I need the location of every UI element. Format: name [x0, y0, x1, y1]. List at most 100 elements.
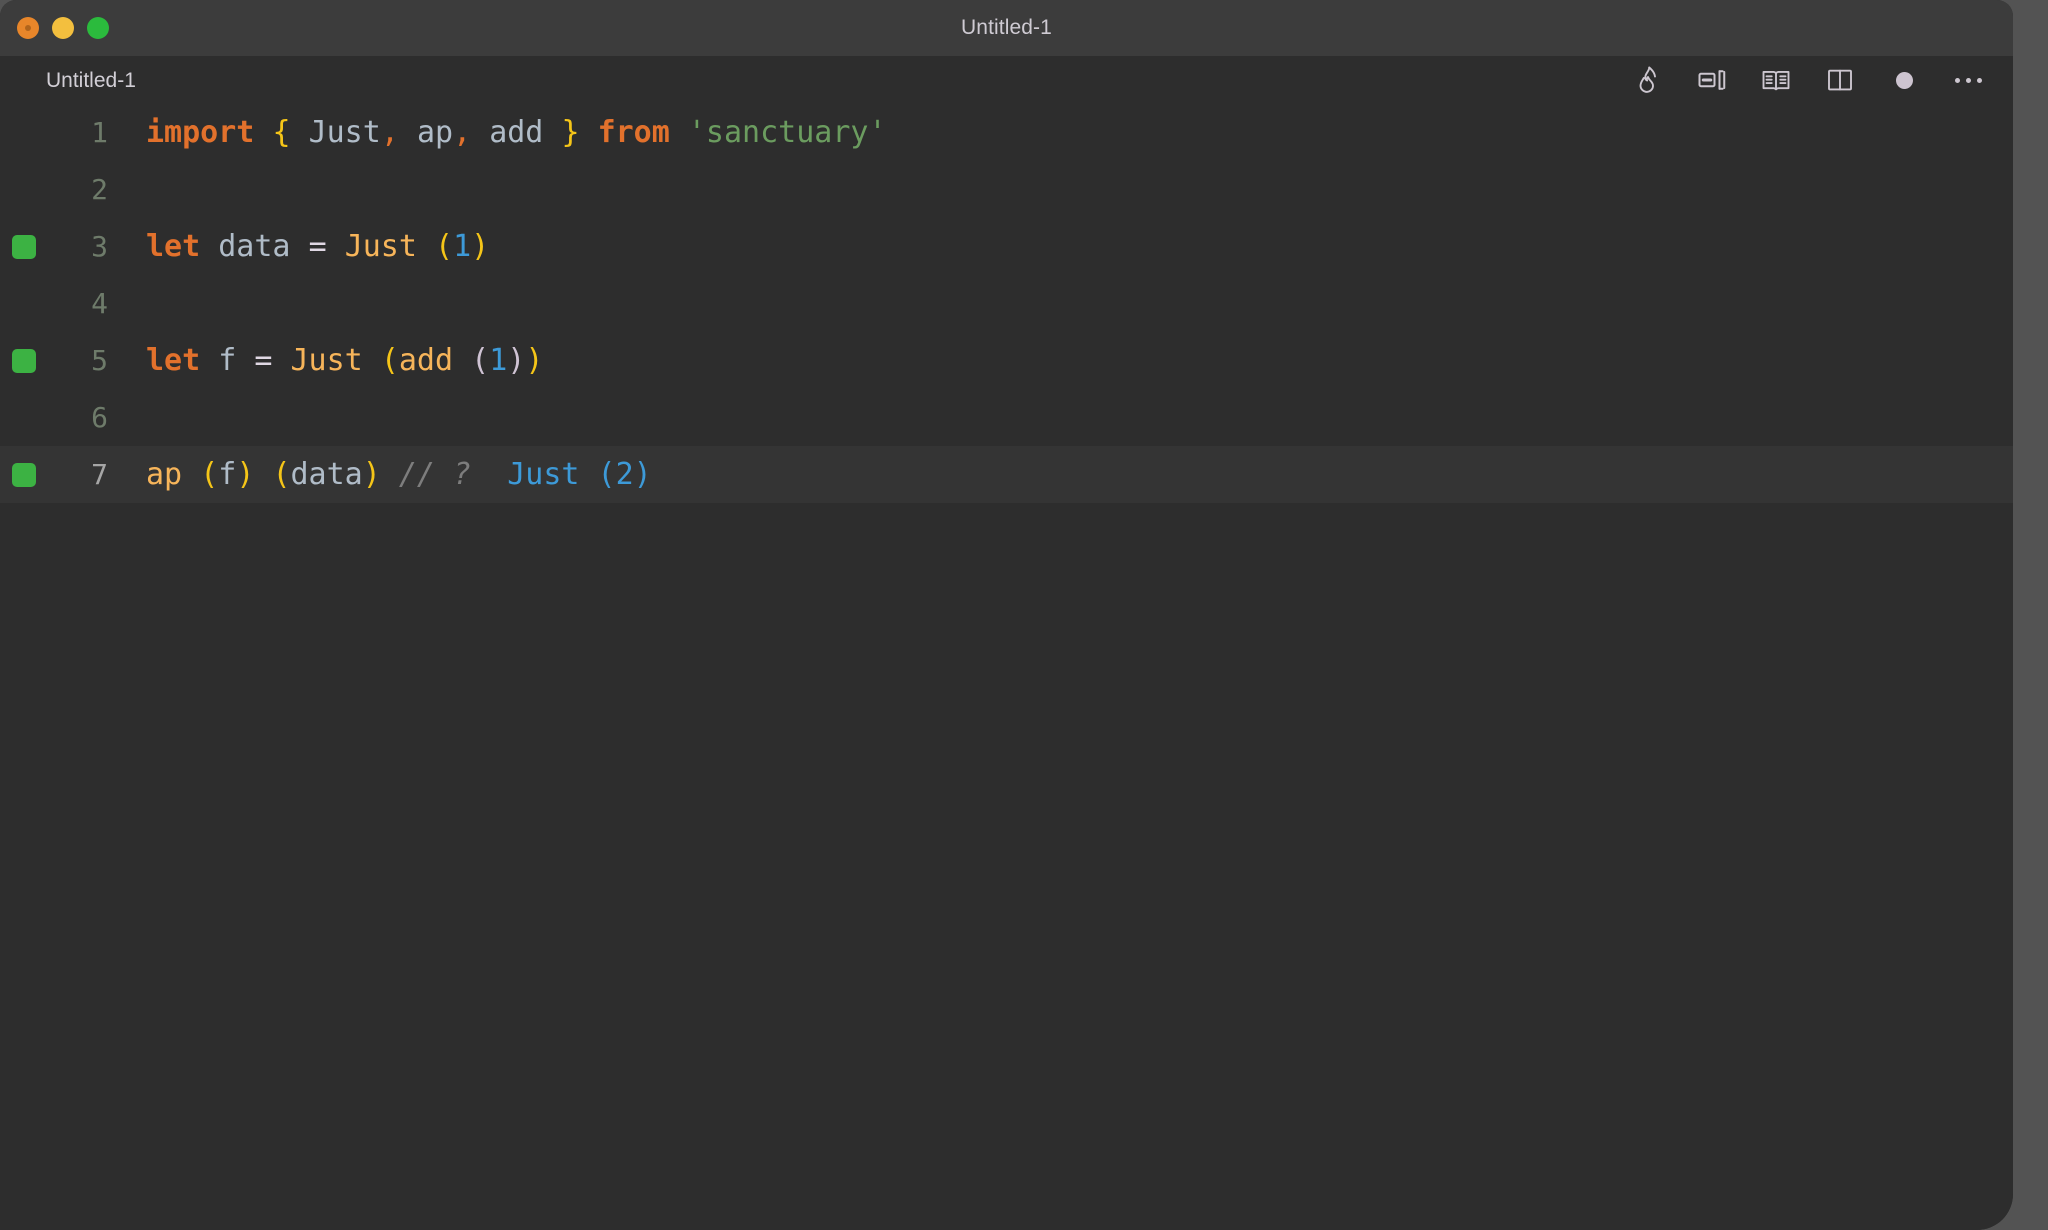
code-token: =: [308, 229, 327, 264]
code-token: {: [272, 115, 291, 150]
code-token: ): [362, 457, 381, 492]
code-token: =: [254, 343, 273, 378]
code-token: ): [236, 457, 255, 492]
code-token: add: [489, 115, 544, 150]
line-number: 4: [91, 286, 108, 320]
code-token: (: [435, 229, 454, 264]
code-line[interactable]: 3 let data = Just (1): [0, 218, 2013, 275]
gutter-status-marker[interactable]: [12, 462, 36, 487]
code-line[interactable]: 5 let f = Just (add (1)): [0, 332, 2013, 389]
code-token: 1: [489, 343, 508, 378]
line-number: 2: [91, 172, 108, 206]
code-token: Just (2): [507, 457, 652, 492]
code-token: import: [146, 115, 255, 150]
gutter-status-marker[interactable]: [12, 234, 36, 259]
code-line[interactable]: 7 ap (f) (data) // ? Just (2): [0, 446, 2013, 503]
code-token: (: [380, 343, 399, 378]
code-token: ): [507, 343, 526, 378]
code-line[interactable]: 1 import { Just, ap, add } from 'sanctuar…: [0, 104, 2013, 161]
unsaved-dot: [1895, 71, 1913, 89]
line-content: [146, 389, 2013, 446]
code-token: Just: [308, 115, 381, 150]
editor-toolbar: [1633, 65, 1989, 95]
line-content: [146, 275, 2013, 332]
code-token: (: [200, 457, 219, 492]
close-window-button[interactable]: [17, 17, 39, 39]
code-token: ): [471, 229, 490, 264]
code-token: data: [290, 457, 363, 492]
traffic-light-group: [17, 0, 109, 56]
editor-window: Untitled-1 Untitled-1 1 import {Just , …: [0, 0, 2013, 1230]
code-line[interactable]: 4: [0, 275, 2013, 332]
line-content: import { Just, ap, add } from 'sanctuary…: [146, 104, 2013, 161]
code-token: }: [561, 115, 580, 150]
minimize-window-button[interactable]: [52, 17, 74, 39]
line-content: ap (f) (data) // ? Just (2): [146, 446, 2013, 503]
line-number: 1: [91, 115, 108, 149]
code-token: // ?: [398, 457, 472, 492]
tab-untitled-1[interactable]: Untitled-1: [46, 70, 136, 91]
code-line[interactable]: 6: [0, 389, 2013, 446]
unsaved-dot-icon[interactable]: [1889, 65, 1919, 95]
code-token: ,: [380, 115, 399, 150]
code-token: f: [218, 457, 237, 492]
code-token: ): [525, 343, 544, 378]
code-token: let: [146, 343, 201, 378]
code-line[interactable]: 2: [0, 161, 2013, 218]
code-token: Just: [344, 229, 417, 264]
code-token: add: [398, 343, 454, 378]
line-number: 5: [91, 343, 108, 377]
line-number: 7: [91, 457, 108, 491]
code-token: 1: [453, 229, 472, 264]
code-token: from: [597, 115, 670, 150]
code-token: let: [146, 229, 201, 264]
code-editor[interactable]: 1 import { Just, ap, add } from 'sanctuar…: [0, 104, 2013, 1230]
code-token: ap: [146, 457, 183, 492]
code-token: f: [218, 343, 237, 378]
window-titlebar: Untitled-1: [0, 0, 2013, 56]
line-number: 6: [91, 400, 108, 434]
code-token: ap: [416, 115, 454, 150]
line-content: let data = Just (1): [146, 218, 2013, 275]
open-book-icon[interactable]: [1761, 65, 1791, 95]
split-editor-icon[interactable]: [1825, 65, 1855, 95]
maximize-window-button[interactable]: [87, 17, 109, 39]
window-title: Untitled-1: [961, 16, 1052, 39]
more-actions-icon[interactable]: [1953, 65, 1983, 95]
code-lines-container: 1 import { Just, ap, add } from 'sanctuar…: [0, 104, 2013, 503]
code-token: ,: [453, 115, 472, 150]
code-token: (: [272, 457, 291, 492]
code-token: Just: [290, 343, 363, 378]
line-number: 3: [91, 229, 108, 263]
editor-tab-bar: Untitled-1: [0, 56, 2013, 104]
flame-icon[interactable]: [1633, 65, 1663, 95]
code-token: (: [471, 343, 490, 378]
screen-root: Untitled-1 Untitled-1 1 import {Just , …: [0, 0, 2048, 1230]
split-layout-icon[interactable]: [1697, 65, 1727, 95]
line-content: [146, 161, 2013, 218]
gutter-status-marker[interactable]: [12, 348, 36, 373]
line-content: let f = Just (add (1)): [146, 332, 2013, 389]
code-token: 'sanctuary': [687, 115, 887, 150]
code-token: data: [218, 229, 291, 264]
